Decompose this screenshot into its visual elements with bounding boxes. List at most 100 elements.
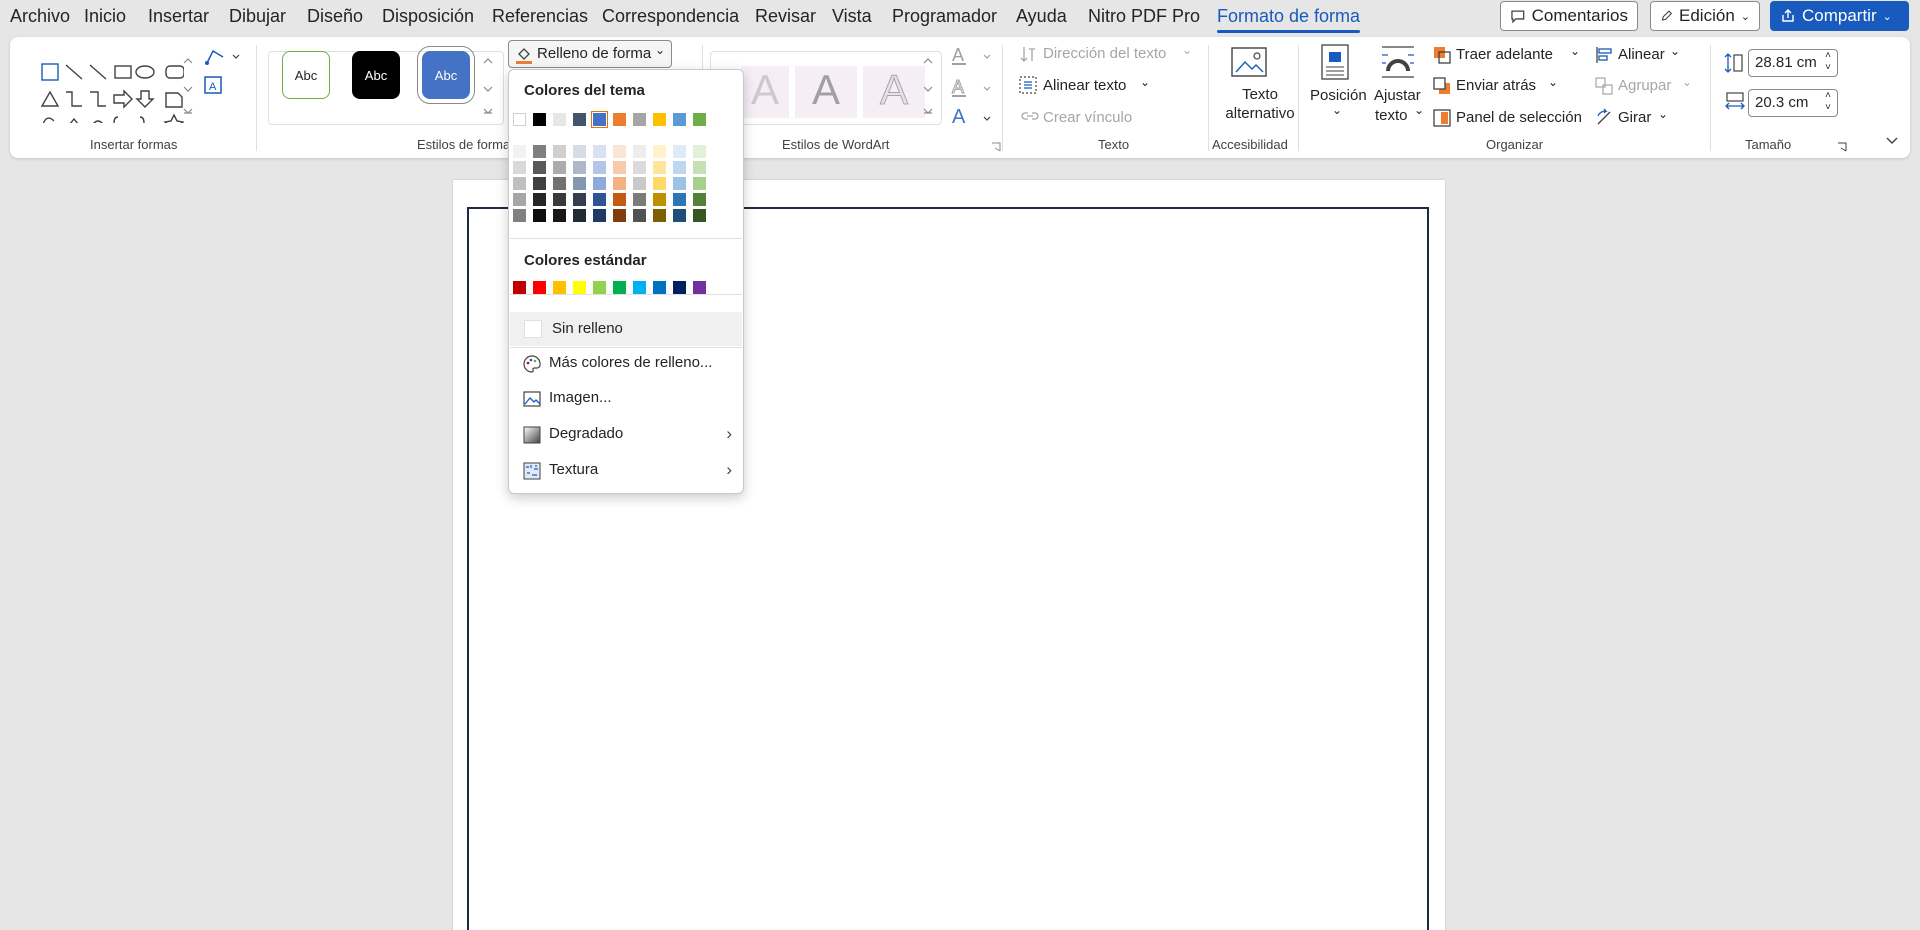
collapse-ribbon-icon[interactable] (1884, 135, 1900, 147)
theme-shade-swatch[interactable] (613, 177, 626, 190)
tab-formato-de-forma[interactable]: Formato de forma (1217, 6, 1361, 33)
rotate-button[interactable]: Girar (1618, 109, 1651, 126)
theme-shade-swatch[interactable] (553, 193, 566, 206)
theme-shade-swatch[interactable] (573, 193, 586, 206)
theme-shade-swatch[interactable] (653, 193, 666, 206)
theme-shade-swatch[interactable] (533, 193, 546, 206)
theme-color-swatch[interactable] (653, 113, 666, 126)
theme-shade-swatch[interactable] (573, 145, 586, 158)
texture-fill-item[interactable]: Textura › (510, 453, 742, 487)
shape-style-blue[interactable]: Abc (417, 46, 475, 104)
theme-shade-swatch[interactable] (613, 161, 626, 174)
theme-shade-swatch[interactable] (693, 193, 706, 206)
theme-color-swatch[interactable] (693, 113, 706, 126)
theme-color-swatch[interactable] (533, 113, 546, 126)
text-fill-outline-effects-icons[interactable]: A A A (950, 43, 994, 127)
theme-shade-swatch[interactable] (573, 177, 586, 190)
theme-shade-swatch[interactable] (553, 161, 566, 174)
theme-shade-swatch[interactable] (513, 193, 526, 206)
shape-fill-button[interactable]: Relleno de forma ⌄ (508, 40, 672, 68)
theme-shade-swatch[interactable] (673, 145, 686, 158)
standard-color-swatch[interactable] (533, 281, 546, 294)
theme-shade-swatch[interactable] (633, 177, 646, 190)
comments-button[interactable]: Comentarios (1500, 1, 1638, 31)
theme-shade-swatch[interactable] (653, 209, 666, 222)
group-button[interactable]: Agrupar (1618, 77, 1671, 94)
theme-shade-swatch[interactable] (533, 209, 546, 222)
bring-forward-button[interactable]: Traer adelante (1456, 46, 1553, 63)
theme-shade-swatch[interactable] (653, 161, 666, 174)
selection-pane-button[interactable]: Panel de selección (1456, 109, 1582, 126)
theme-shade-swatch[interactable] (593, 161, 606, 174)
dialog-launcher-icon[interactable] (1836, 141, 1848, 153)
more-fill-colors-item[interactable]: Más colores de relleno... (510, 346, 742, 380)
tab-referencias[interactable]: Referencias (492, 6, 588, 27)
standard-color-swatch[interactable] (553, 281, 566, 294)
tab-inicio[interactable]: Inicio (84, 6, 126, 27)
theme-shade-swatch[interactable] (693, 145, 706, 158)
theme-shade-swatch[interactable] (553, 177, 566, 190)
tab-disposicion[interactable]: Disposición (382, 6, 474, 27)
share-button[interactable]: Compartir ⌄ (1770, 1, 1909, 31)
tab-programador[interactable]: Programador (892, 6, 997, 27)
standard-color-swatch[interactable] (613, 281, 626, 294)
theme-shade-swatch[interactable] (673, 209, 686, 222)
theme-shade-swatch[interactable] (633, 193, 646, 206)
theme-color-swatch[interactable] (591, 111, 608, 128)
theme-shade-swatch[interactable] (693, 177, 706, 190)
editing-button[interactable]: Edición ⌄ (1650, 1, 1760, 31)
theme-shade-swatch[interactable] (533, 161, 546, 174)
theme-shade-swatch[interactable] (593, 193, 606, 206)
tab-archivo[interactable]: Archivo (10, 6, 70, 27)
theme-shade-swatch[interactable] (513, 177, 526, 190)
standard-color-swatch[interactable] (573, 281, 586, 294)
tab-revisar[interactable]: Revisar (755, 6, 816, 27)
align-text-button[interactable]: Alinear texto (1043, 77, 1126, 94)
edit-shape-icon[interactable] (203, 47, 243, 67)
tab-correspondencia[interactable]: Correspondencia (602, 6, 739, 27)
theme-shade-swatch[interactable] (673, 177, 686, 190)
theme-shade-swatch[interactable] (613, 209, 626, 222)
theme-shade-swatch[interactable] (513, 161, 526, 174)
send-backward-button[interactable]: Enviar atrás (1456, 77, 1536, 94)
picture-fill-item[interactable]: Imagen... (510, 381, 742, 415)
theme-shade-swatch[interactable] (533, 177, 546, 190)
theme-shade-swatch[interactable] (633, 161, 646, 174)
text-direction-button[interactable]: Dirección del texto (1043, 45, 1166, 62)
standard-color-swatch[interactable] (513, 281, 526, 294)
gallery-scroll-icon[interactable] (180, 51, 196, 123)
wordart-gallery[interactable]: A A A (710, 51, 942, 125)
theme-color-swatch[interactable] (673, 113, 686, 126)
theme-shade-swatch[interactable] (613, 193, 626, 206)
shapes-gallery[interactable] (24, 47, 185, 134)
theme-shade-swatch[interactable] (553, 145, 566, 158)
gradient-fill-item[interactable]: Degradado › (510, 417, 742, 451)
wrap-text-label-1[interactable]: Ajustar (1374, 87, 1421, 104)
theme-color-swatch[interactable] (573, 113, 586, 126)
theme-shade-swatch[interactable] (633, 209, 646, 222)
theme-shade-swatch[interactable] (673, 193, 686, 206)
theme-shade-swatch[interactable] (593, 209, 606, 222)
theme-shade-swatch[interactable] (573, 161, 586, 174)
theme-shade-swatch[interactable] (653, 177, 666, 190)
create-link-button[interactable]: Crear vínculo (1043, 109, 1132, 126)
standard-color-swatch[interactable] (633, 281, 646, 294)
standard-color-swatch[interactable] (593, 281, 606, 294)
theme-shade-swatch[interactable] (693, 161, 706, 174)
tab-diseno[interactable]: Diseño (307, 6, 363, 27)
theme-shade-swatch[interactable] (593, 145, 606, 158)
theme-shade-swatch[interactable] (673, 161, 686, 174)
theme-shade-swatch[interactable] (533, 145, 546, 158)
position-button[interactable]: Posición (1310, 87, 1367, 104)
theme-shade-swatch[interactable] (693, 209, 706, 222)
standard-color-swatch[interactable] (693, 281, 706, 294)
tab-insertar[interactable]: Insertar (148, 6, 209, 27)
standard-color-swatch[interactable] (673, 281, 686, 294)
tab-nitro[interactable]: Nitro PDF Pro (1088, 6, 1200, 27)
align-button[interactable]: Alinear (1618, 46, 1665, 63)
theme-shade-swatch[interactable] (653, 145, 666, 158)
spin-arrows-icon[interactable]: ˄ ˅ (1825, 90, 1831, 114)
height-input[interactable]: 28.81 cm ˄ ˅ (1748, 49, 1838, 77)
theme-shade-swatch[interactable] (513, 145, 526, 158)
tab-ayuda[interactable]: Ayuda (1016, 6, 1067, 27)
